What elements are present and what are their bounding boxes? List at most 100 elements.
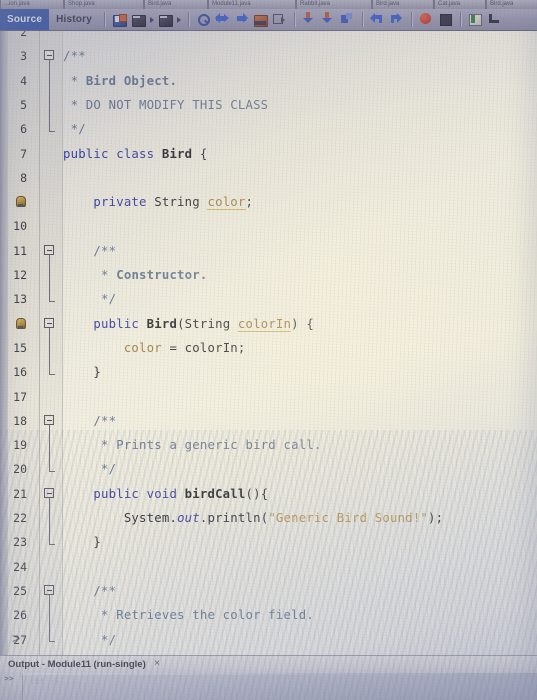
code-line[interactable]: public Bird(String colorIn) { [63, 312, 537, 336]
code-line[interactable]: public void birdCall(){ [63, 482, 537, 506]
code-line[interactable]: * Bird Object. [63, 69, 537, 93]
line-number: 27 [13, 632, 27, 647]
code-token: public class [63, 146, 162, 161]
code-line[interactable]: /** [63, 409, 537, 433]
output-text: cbt -5 .... [30, 677, 83, 686]
code-token: * [63, 608, 117, 623]
editor-tab[interactable]: Module11.java [208, 0, 296, 9]
step-icon[interactable] [487, 12, 502, 27]
code-line[interactable]: */ [63, 117, 537, 141]
editor-tab[interactable]: Rabbit.java [296, 0, 372, 9]
line-number: 15 [13, 340, 27, 355]
code-token: String [154, 195, 208, 210]
code-token: String [184, 316, 238, 331]
code-line[interactable]: * Constructor. [63, 263, 537, 287]
output-scroll-hint[interactable] [22, 673, 537, 675]
code-line[interactable]: /** [63, 579, 537, 603]
uncomment-dropdown-icon[interactable] [176, 13, 182, 26]
code-token: /** [63, 49, 86, 64]
square-icon[interactable] [438, 12, 453, 27]
refactor-icon[interactable] [112, 12, 127, 27]
output-tab-label[interactable]: Output - Module11 (run-single) [8, 657, 146, 672]
editor-tab[interactable]: Bird.java [486, 0, 537, 9]
code-line[interactable]: * Prints a generic bird call. [63, 433, 537, 457]
editor-tab[interactable]: Bird.java [144, 0, 208, 9]
code-token: birdCall [184, 486, 246, 501]
line-number: 25 [13, 583, 27, 598]
code-line[interactable]: color = colorIn; [63, 336, 537, 360]
code-token: public void [63, 486, 185, 501]
code-line[interactable]: private String color; [63, 190, 537, 214]
code-line[interactable]: */ [63, 628, 537, 652]
code-line[interactable]: } [63, 360, 537, 384]
code-token: */ [63, 122, 86, 137]
next-error-icon[interactable] [321, 12, 336, 27]
code-token: private [63, 195, 155, 210]
output-panel[interactable]: Output - Module11 (run-single) × >> cbt … [0, 655, 537, 700]
code-line[interactable]: System.out.println("Generic Bird Sound!"… [63, 506, 537, 530]
code-editor[interactable]: > 2 3/** 4 * Bird Object. 5 * DO NOT MODIFY… [0, 30, 537, 655]
toggle-bookmark-icon[interactable] [253, 12, 268, 27]
line-number: 3 [20, 49, 27, 64]
toggle-rectangular-selection-icon[interactable] [272, 12, 287, 27]
shift-line-right-icon[interactable] [389, 12, 404, 27]
code-line[interactable]: */ [63, 287, 537, 311]
code-line[interactable]: */ [63, 457, 537, 481]
stop-icon[interactable] [419, 12, 434, 27]
code-token: ; [245, 195, 254, 210]
comment-block-icon[interactable] [131, 12, 146, 27]
line-number: 18 [13, 413, 27, 428]
line-number: 2 [20, 30, 27, 39]
editor-tab-strip[interactable]: ...ion.java Shop.java Bird.java Module11.ja… [0, 0, 537, 9]
code-token: } [63, 535, 102, 550]
toolbar-separator-3 [293, 12, 295, 27]
output-tab-row[interactable]: Output - Module11 (run-single) × [0, 656, 537, 674]
code-token: */ [63, 632, 117, 647]
code-token: colorIn [237, 316, 292, 332]
editor-tab[interactable]: Cat.java [434, 0, 486, 9]
line-number: 7 [20, 146, 27, 161]
editor-toolbar[interactable]: Source History [0, 9, 537, 31]
code-token: Prints a generic bird call. [116, 438, 322, 453]
find-selection-icon[interactable] [196, 12, 211, 27]
editor-tab[interactable]: Bird.java [372, 0, 434, 9]
tab-source[interactable]: Source [0, 9, 50, 30]
code-token: ); [427, 511, 444, 525]
code-line[interactable]: } [63, 530, 537, 554]
toolbar-separator-1 [103, 12, 105, 27]
last-edit-icon[interactable] [340, 12, 355, 27]
line-number: 26 [13, 608, 27, 623]
gutter-annotation-icon[interactable] [14, 195, 27, 208]
inspect-icon[interactable] [468, 12, 483, 27]
editor-tab[interactable]: ...ion.java [0, 0, 64, 9]
code-token: ; [237, 340, 246, 355]
tab-history[interactable]: History [49, 9, 99, 30]
toolbar-separator-2 [187, 12, 189, 27]
code-line[interactable]: * Retrieves the color field. [63, 603, 537, 627]
gutter-annotation-icon[interactable] [14, 317, 27, 330]
line-number: 24 [13, 559, 27, 574]
line-number: 8 [20, 170, 27, 185]
code-token: * DO NOT MODIFY THIS CLASS [63, 97, 269, 112]
close-icon[interactable]: × [152, 659, 162, 669]
line-number: 4 [20, 73, 27, 88]
line-number: 21 [13, 486, 27, 501]
code-line[interactable]: /** [63, 44, 537, 68]
shift-line-left-icon[interactable] [369, 12, 385, 27]
code-folding-column[interactable] [40, 30, 63, 655]
code-line[interactable]: public class Bird { [63, 142, 537, 166]
code-line[interactable]: * DO NOT MODIFY THIS CLASS [63, 93, 537, 117]
code-line[interactable]: /** [63, 239, 537, 263]
code-token: color [123, 340, 162, 355]
previous-error-icon[interactable] [302, 12, 317, 27]
editor-tab[interactable]: Shop.java [64, 0, 144, 9]
output-console[interactable]: >> cbt -5 .... [0, 673, 537, 700]
toolbar-separator-4 [361, 12, 363, 27]
uncomment-block-icon[interactable] [158, 12, 173, 27]
line-number: 13 [13, 292, 27, 307]
next-bookmark-icon[interactable] [234, 12, 249, 27]
comment-dropdown-icon[interactable] [149, 13, 155, 26]
code-token: /** [63, 243, 117, 258]
previous-bookmark-icon[interactable] [214, 12, 230, 27]
line-number: 6 [20, 122, 27, 137]
